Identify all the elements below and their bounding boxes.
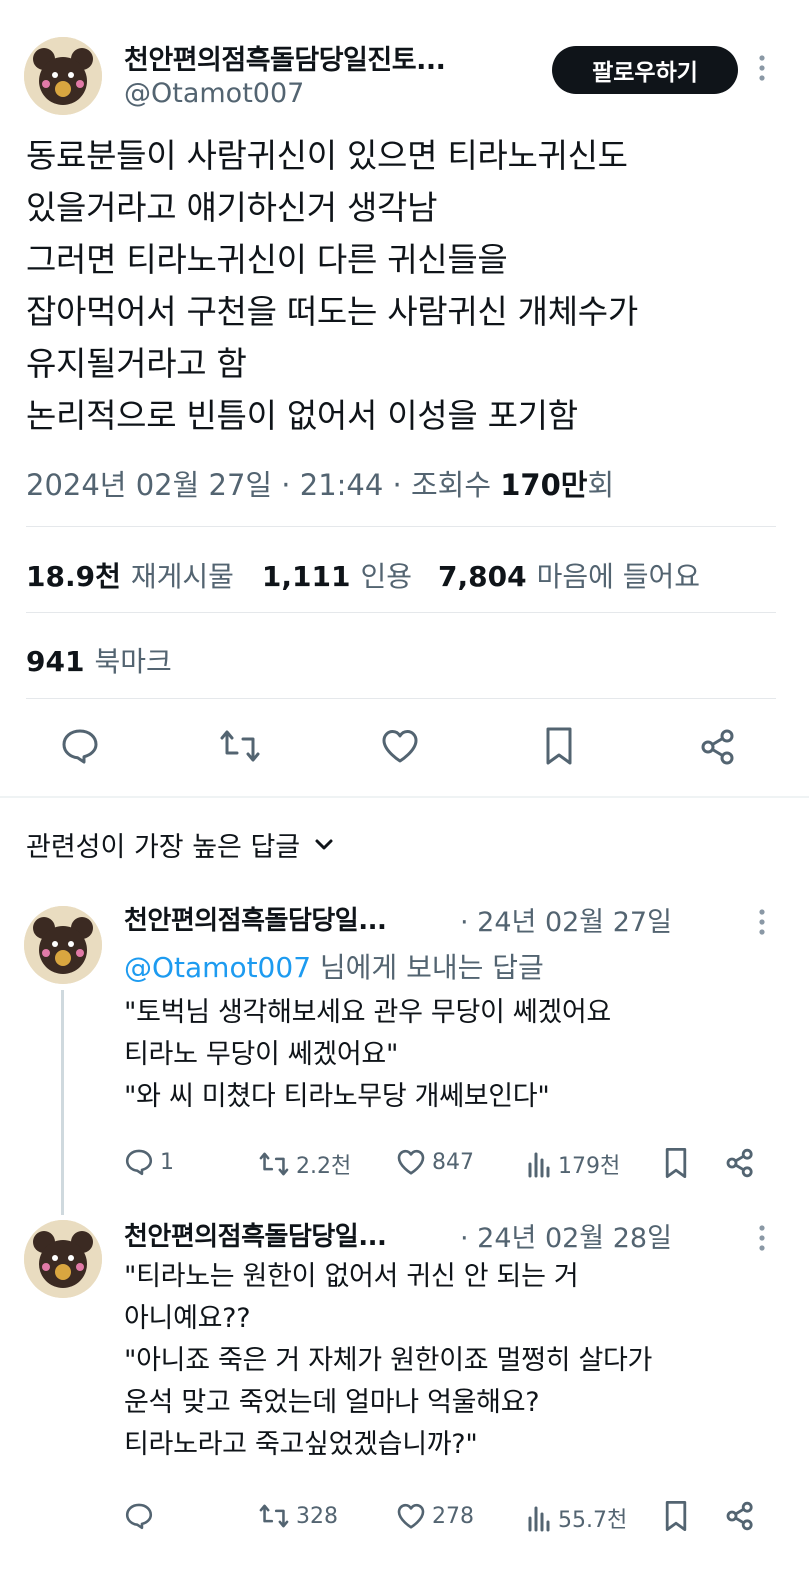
repost-icon: [259, 1152, 289, 1176]
reply-author-name[interactable]: 천안편의점흑돌담당일...: [124, 1216, 387, 1253]
bookmark-button[interactable]: [664, 1500, 688, 1532]
repost-icon: [220, 730, 260, 762]
bookmark-icon: [665, 1148, 687, 1178]
post-timestamp: 2024년 02월 27일 · 21:44 · 조회수 170만회: [26, 462, 614, 504]
share-button[interactable]: [698, 727, 738, 767]
timestamp-text[interactable]: 2024년 02월 27일 · 21:44 · 조회수: [26, 468, 500, 502]
reply-icon: [125, 1149, 153, 1176]
repost-button[interactable]: 2.2천: [258, 1148, 351, 1180]
views-icon: [528, 1506, 550, 1532]
repost-count: 328: [296, 1503, 338, 1529]
reply-time[interactable]: · 24년 02월 28일: [460, 1216, 672, 1255]
thread-line: [61, 990, 64, 1215]
views-button[interactable]: 179천: [526, 1148, 620, 1180]
reply-author-name[interactable]: 천안편의점흑돌담당일...: [124, 900, 387, 937]
more-icon[interactable]: [750, 50, 774, 86]
bookmark-icon: [546, 727, 572, 765]
sort-label: 관련성이 가장 높은 답글: [26, 832, 301, 863]
reply-to-line: @Otamot007 님에게 보내는 답글: [124, 946, 544, 986]
divider: [26, 612, 776, 613]
follow-button[interactable]: 팔로우하기: [552, 46, 738, 94]
chevron-down-icon: [315, 839, 333, 849]
reply-button[interactable]: [60, 727, 100, 765]
views-suffix: 회: [587, 468, 615, 502]
quotes-label: 인용: [360, 560, 413, 593]
like-button[interactable]: [380, 728, 420, 764]
views-count: 179천: [558, 1154, 621, 1179]
repost-button[interactable]: [218, 727, 262, 765]
avatar[interactable]: [24, 1220, 102, 1298]
repost-count: 2.2천: [296, 1154, 352, 1179]
bookmarks-label: 북마크: [94, 645, 172, 678]
more-icon[interactable]: [750, 904, 774, 940]
share-icon: [726, 1501, 753, 1531]
views-count: 170만: [500, 468, 588, 502]
like-icon: [397, 1149, 425, 1175]
share-icon: [701, 729, 734, 765]
share-icon: [726, 1148, 753, 1178]
share-button[interactable]: [724, 1147, 756, 1179]
reply-sort-selector[interactable]: 관련성이 가장 높은 답글: [26, 825, 334, 864]
reply-button[interactable]: [124, 1502, 160, 1530]
bookmarks-stat[interactable]: 941 북마크: [26, 640, 172, 680]
views-count: 55.7천: [558, 1508, 628, 1533]
bookmarks-count: 941: [26, 645, 85, 678]
quotes-stat[interactable]: 1,111 인용: [262, 555, 412, 595]
reply-to-suffix: 님에게 보내는 답글: [311, 951, 544, 984]
bookmark-button[interactable]: [544, 726, 574, 766]
post-text: 동료분들이 사람귀신이 있으면 티라노귀신도 있을거라고 얘기하신거 생각남 그…: [26, 136, 638, 435]
divider: [26, 698, 776, 699]
share-button[interactable]: [724, 1500, 756, 1532]
repost-icon: [259, 1504, 289, 1528]
like-count: 847: [432, 1149, 474, 1175]
author-handle[interactable]: @Otamot007: [124, 78, 304, 109]
reply-count: 1: [160, 1149, 174, 1175]
views-icon: [528, 1152, 550, 1178]
bookmark-icon: [665, 1501, 687, 1531]
section-divider: [0, 796, 809, 798]
views-button[interactable]: 55.7천: [526, 1502, 627, 1534]
divider: [26, 526, 776, 527]
reply-icon: [125, 1503, 153, 1530]
reply-text: "토벅님 생각해보세요 관우 무당이 쎄겠어요 티라노 무당이 쎄겠어요" "와…: [124, 997, 611, 1112]
reply-icon: [62, 729, 98, 764]
like-button[interactable]: 847: [396, 1148, 474, 1176]
likes-count: 7,804: [438, 560, 527, 593]
more-icon[interactable]: [750, 1220, 774, 1256]
like-icon: [397, 1503, 425, 1529]
like-icon: [382, 730, 418, 763]
reposts-stat[interactable]: 18.9천 재게시물: [26, 555, 234, 595]
author-name[interactable]: 천안편의점흑돌담당일진토...: [124, 38, 446, 77]
repost-button[interactable]: 328: [258, 1502, 338, 1530]
likes-label: 마음에 들어요: [536, 560, 701, 593]
engagement-stats: 18.9천 재게시물 1,111 인용 7,804 마음에 들어요: [26, 555, 700, 595]
reposts-label: 재게시물: [130, 560, 234, 593]
likes-stat[interactable]: 7,804 마음에 들어요: [438, 555, 700, 595]
reply-button[interactable]: 1: [124, 1148, 174, 1176]
reply-time[interactable]: · 24년 02월 27일: [460, 900, 672, 939]
reply-text: "티라노는 원한이 없어서 귀신 안 되는 거 아니예요?? "아니죠 죽은 거…: [124, 1261, 653, 1460]
reply-to-handle[interactable]: @Otamot007: [124, 951, 311, 984]
reposts-count: 18.9천: [26, 560, 121, 593]
bookmark-button[interactable]: [664, 1147, 688, 1179]
avatar[interactable]: [24, 906, 102, 984]
avatar[interactable]: [24, 37, 102, 115]
quotes-count: 1,111: [261, 560, 351, 593]
like-button[interactable]: 278: [396, 1502, 474, 1530]
like-count: 278: [432, 1503, 474, 1529]
